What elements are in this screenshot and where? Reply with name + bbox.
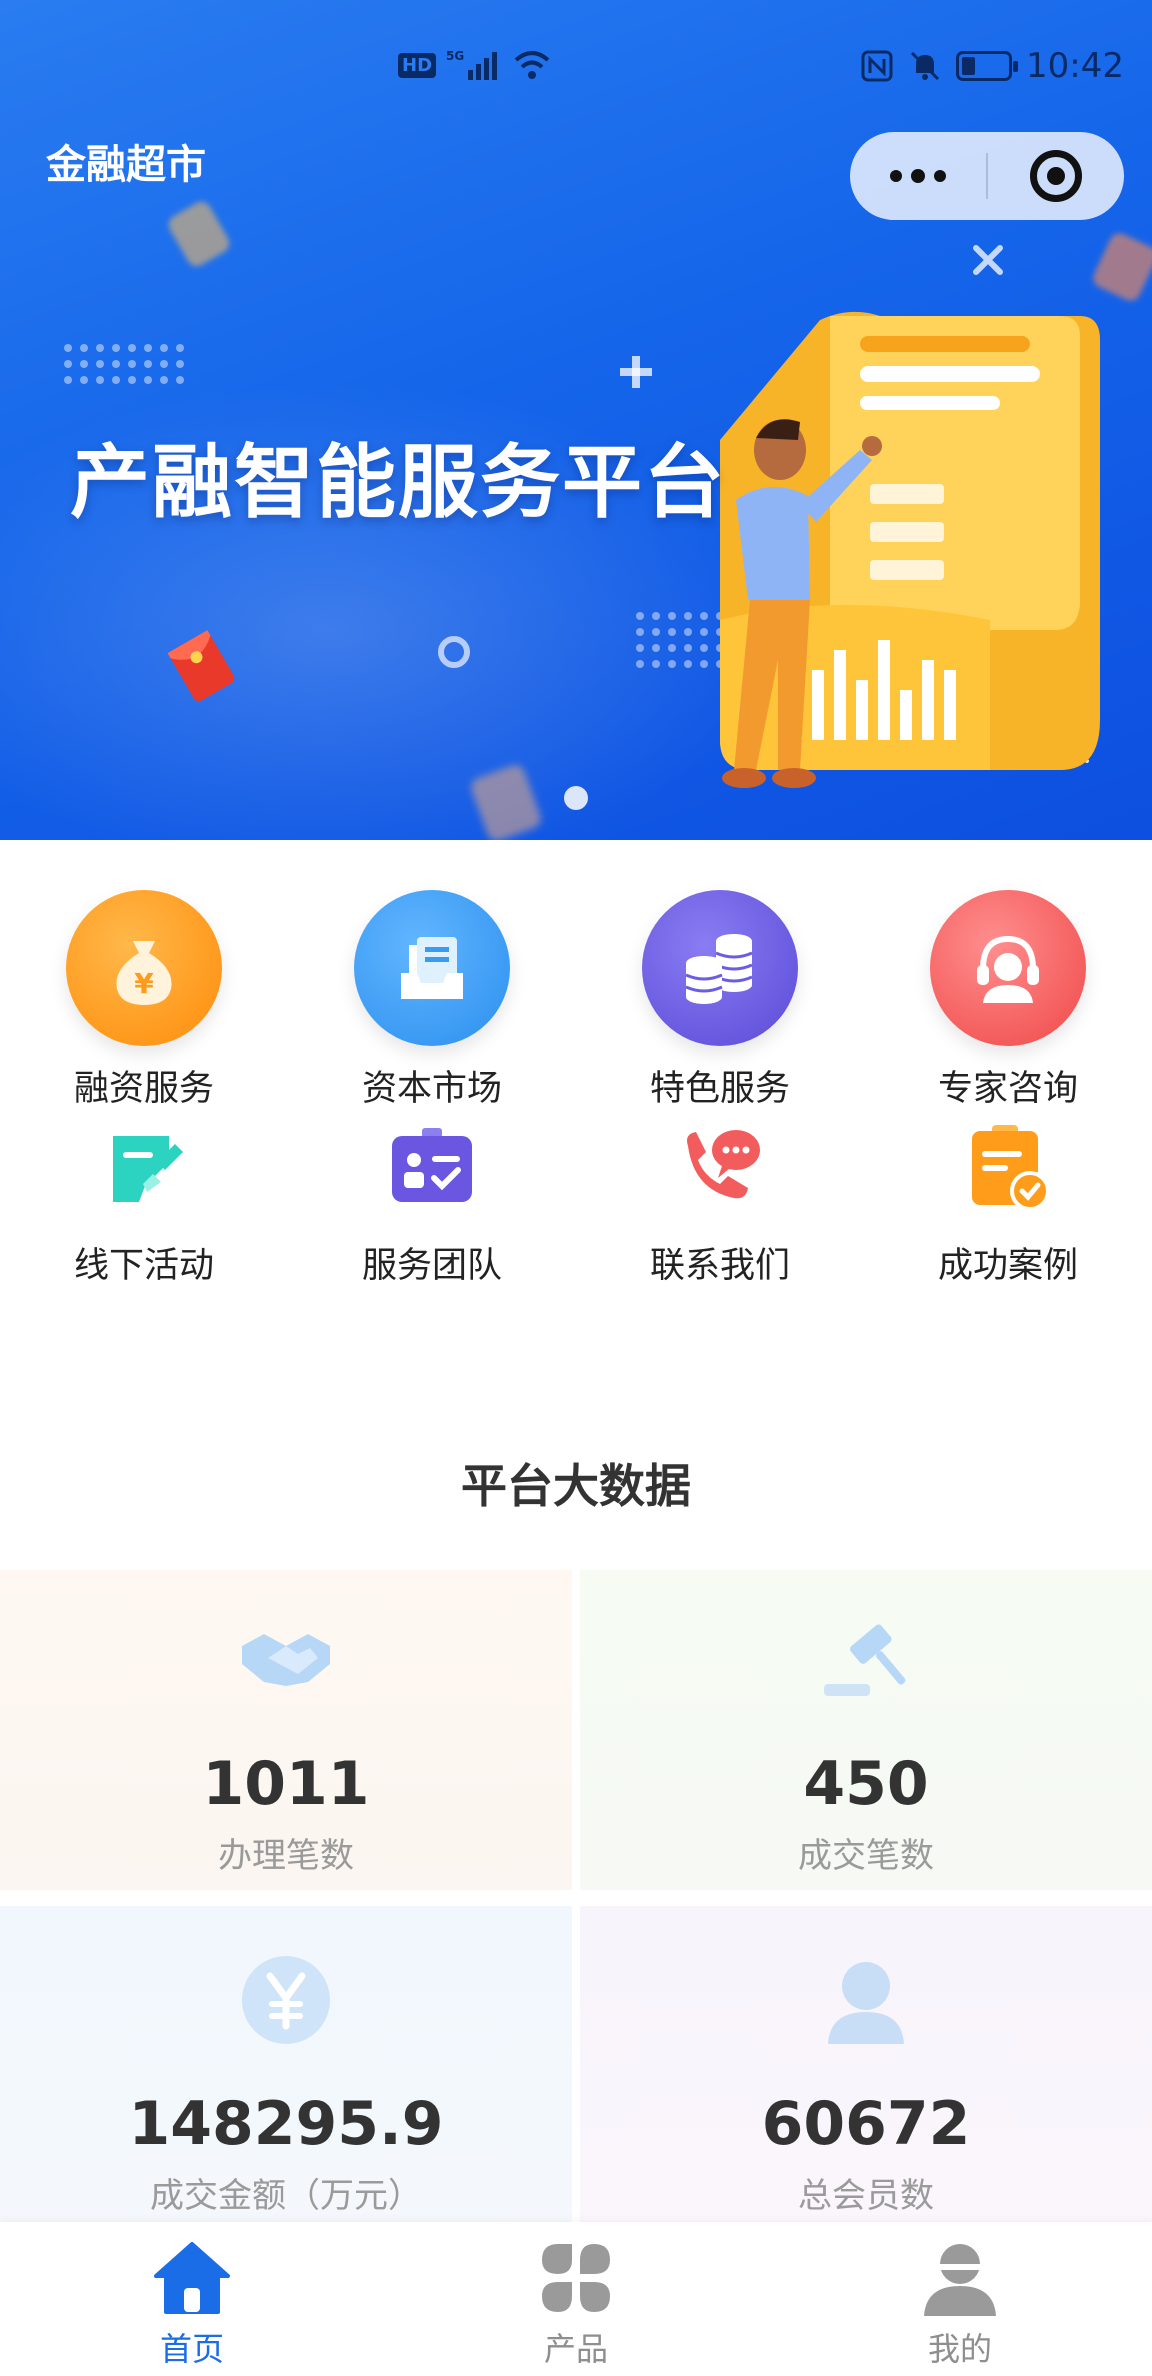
receipt-illustration xyxy=(720,311,1100,788)
stat-card-deal-count: 450 成交笔数 xyxy=(580,1570,1152,1890)
menu-item-expert-consult[interactable]: 专家咨询 xyxy=(864,890,1152,1118)
stat-value: 1011 xyxy=(202,1749,370,1819)
stat-card-deal-amount: 148295.9 成交金额（万元） xyxy=(0,1906,572,2226)
menu-item-success-cases[interactable]: 成功案例 xyxy=(864,1118,1152,1288)
phone-chat-icon xyxy=(670,1118,770,1215)
document-tray-icon xyxy=(354,890,510,1046)
bottom-tab-bar: 首页 产品 我的 xyxy=(0,2222,1152,2376)
hd-badge: HD xyxy=(398,52,437,78)
page-title: 金融超市 xyxy=(46,142,206,188)
menu-label: 特色服务 xyxy=(649,1069,790,1109)
service-menu: ¥ 融资服务 资本市场 特色服务 专家咨询 线下活动 服务团队 联系我们 成功案… xyxy=(0,890,1152,1288)
menu-label: 融资服务 xyxy=(73,1069,214,1109)
status-bar: HD 5G 10:42 xyxy=(0,40,1152,96)
tab-label: 我的 xyxy=(927,2330,992,2368)
more-menu-button[interactable] xyxy=(850,132,986,220)
cross-decoration-icon xyxy=(973,245,1003,275)
red-envelope-decoration-icon xyxy=(167,630,235,702)
cellular-signal-icon: 5G xyxy=(446,49,498,80)
tab-label: 产品 xyxy=(543,2330,608,2368)
menu-label: 线下活动 xyxy=(73,1246,214,1286)
stat-label: 成交笔数 xyxy=(798,1836,934,1876)
more-dots-icon xyxy=(890,170,902,182)
carousel-indicator[interactable] xyxy=(564,786,588,810)
status-right: 10:42 xyxy=(860,46,1124,86)
mini-program-capsule xyxy=(850,132,1124,220)
gavel-icon xyxy=(816,1610,916,1710)
svg-text:5G: 5G xyxy=(446,49,464,63)
menu-row: ¥ 融资服务 资本市场 特色服务 专家咨询 xyxy=(0,890,1152,1118)
money-bag-icon: ¥ xyxy=(66,890,222,1046)
more-dots-icon xyxy=(934,170,946,182)
tab-products[interactable]: 产品 xyxy=(384,2222,768,2376)
coin-stack-icon xyxy=(642,890,798,1046)
battery-icon xyxy=(956,51,1019,81)
stat-value: 60672 xyxy=(761,2089,971,2159)
profile-icon xyxy=(918,2236,1002,2320)
menu-row: 线下活动 服务团队 联系我们 成功案例 xyxy=(0,1118,1152,1288)
close-mini-program-button[interactable] xyxy=(988,132,1124,220)
plus-decoration-icon xyxy=(620,356,652,388)
yen-icon xyxy=(236,1950,336,2050)
user-icon xyxy=(816,1950,916,2050)
clipboard-check-icon xyxy=(958,1118,1058,1215)
nfc-icon xyxy=(861,50,893,82)
home-icon xyxy=(150,2236,234,2320)
mute-bell-icon xyxy=(910,51,940,81)
stat-label: 办理笔数 xyxy=(218,1836,354,1876)
menu-label: 专家咨询 xyxy=(937,1069,1078,1109)
stat-label: 总会员数 xyxy=(798,2176,934,2216)
more-dots-icon xyxy=(911,169,925,183)
ring-decoration-icon xyxy=(438,636,470,668)
stat-label: 成交金额（万元） xyxy=(150,2176,422,2216)
menu-item-financing[interactable]: ¥ 融资服务 xyxy=(0,890,288,1118)
banner[interactable]: HD 5G 10:42 金融超市 产融智能服务平台 xyxy=(0,0,1152,840)
menu-item-special-service[interactable]: 特色服务 xyxy=(576,890,864,1118)
menu-label: 成功案例 xyxy=(937,1246,1078,1286)
status-left: HD 5G xyxy=(398,48,552,82)
blur-decoration xyxy=(1090,230,1152,304)
dot-grid-decoration xyxy=(64,344,184,384)
svg-text:¥: ¥ xyxy=(134,967,154,1000)
menu-label: 服务团队 xyxy=(361,1246,502,1286)
menu-label: 联系我们 xyxy=(649,1246,790,1286)
handshake-icon xyxy=(236,1610,336,1710)
menu-item-capital-market[interactable]: 资本市场 xyxy=(288,890,576,1118)
stat-value: 450 xyxy=(803,1749,929,1819)
tab-home[interactable]: 首页 xyxy=(0,2222,384,2376)
stats-section-title: 平台大数据 xyxy=(461,1459,691,1513)
tab-mine[interactable]: 我的 xyxy=(768,2222,1152,2376)
id-card-icon xyxy=(382,1118,482,1215)
stat-card-member-count: 60672 总会员数 xyxy=(580,1906,1152,2226)
edit-note-icon xyxy=(94,1118,194,1215)
menu-item-offline-activity[interactable]: 线下活动 xyxy=(0,1118,288,1288)
banner-headline: 产融智能服务平台 xyxy=(70,436,726,529)
headset-icon xyxy=(930,890,1086,1046)
tab-label: 首页 xyxy=(159,2330,224,2368)
blur-decoration xyxy=(165,198,233,270)
menu-item-service-team[interactable]: 服务团队 xyxy=(288,1118,576,1288)
status-time: 10:42 xyxy=(1026,46,1124,86)
target-icon xyxy=(1030,150,1082,202)
wifi-icon xyxy=(514,51,550,79)
grid-icon xyxy=(534,2236,618,2320)
menu-item-contact-us[interactable]: 联系我们 xyxy=(576,1118,864,1288)
stat-card-handled-count: 1011 办理笔数 xyxy=(0,1570,572,1890)
menu-label: 资本市场 xyxy=(361,1069,502,1109)
stat-value: 148295.9 xyxy=(128,2089,444,2159)
